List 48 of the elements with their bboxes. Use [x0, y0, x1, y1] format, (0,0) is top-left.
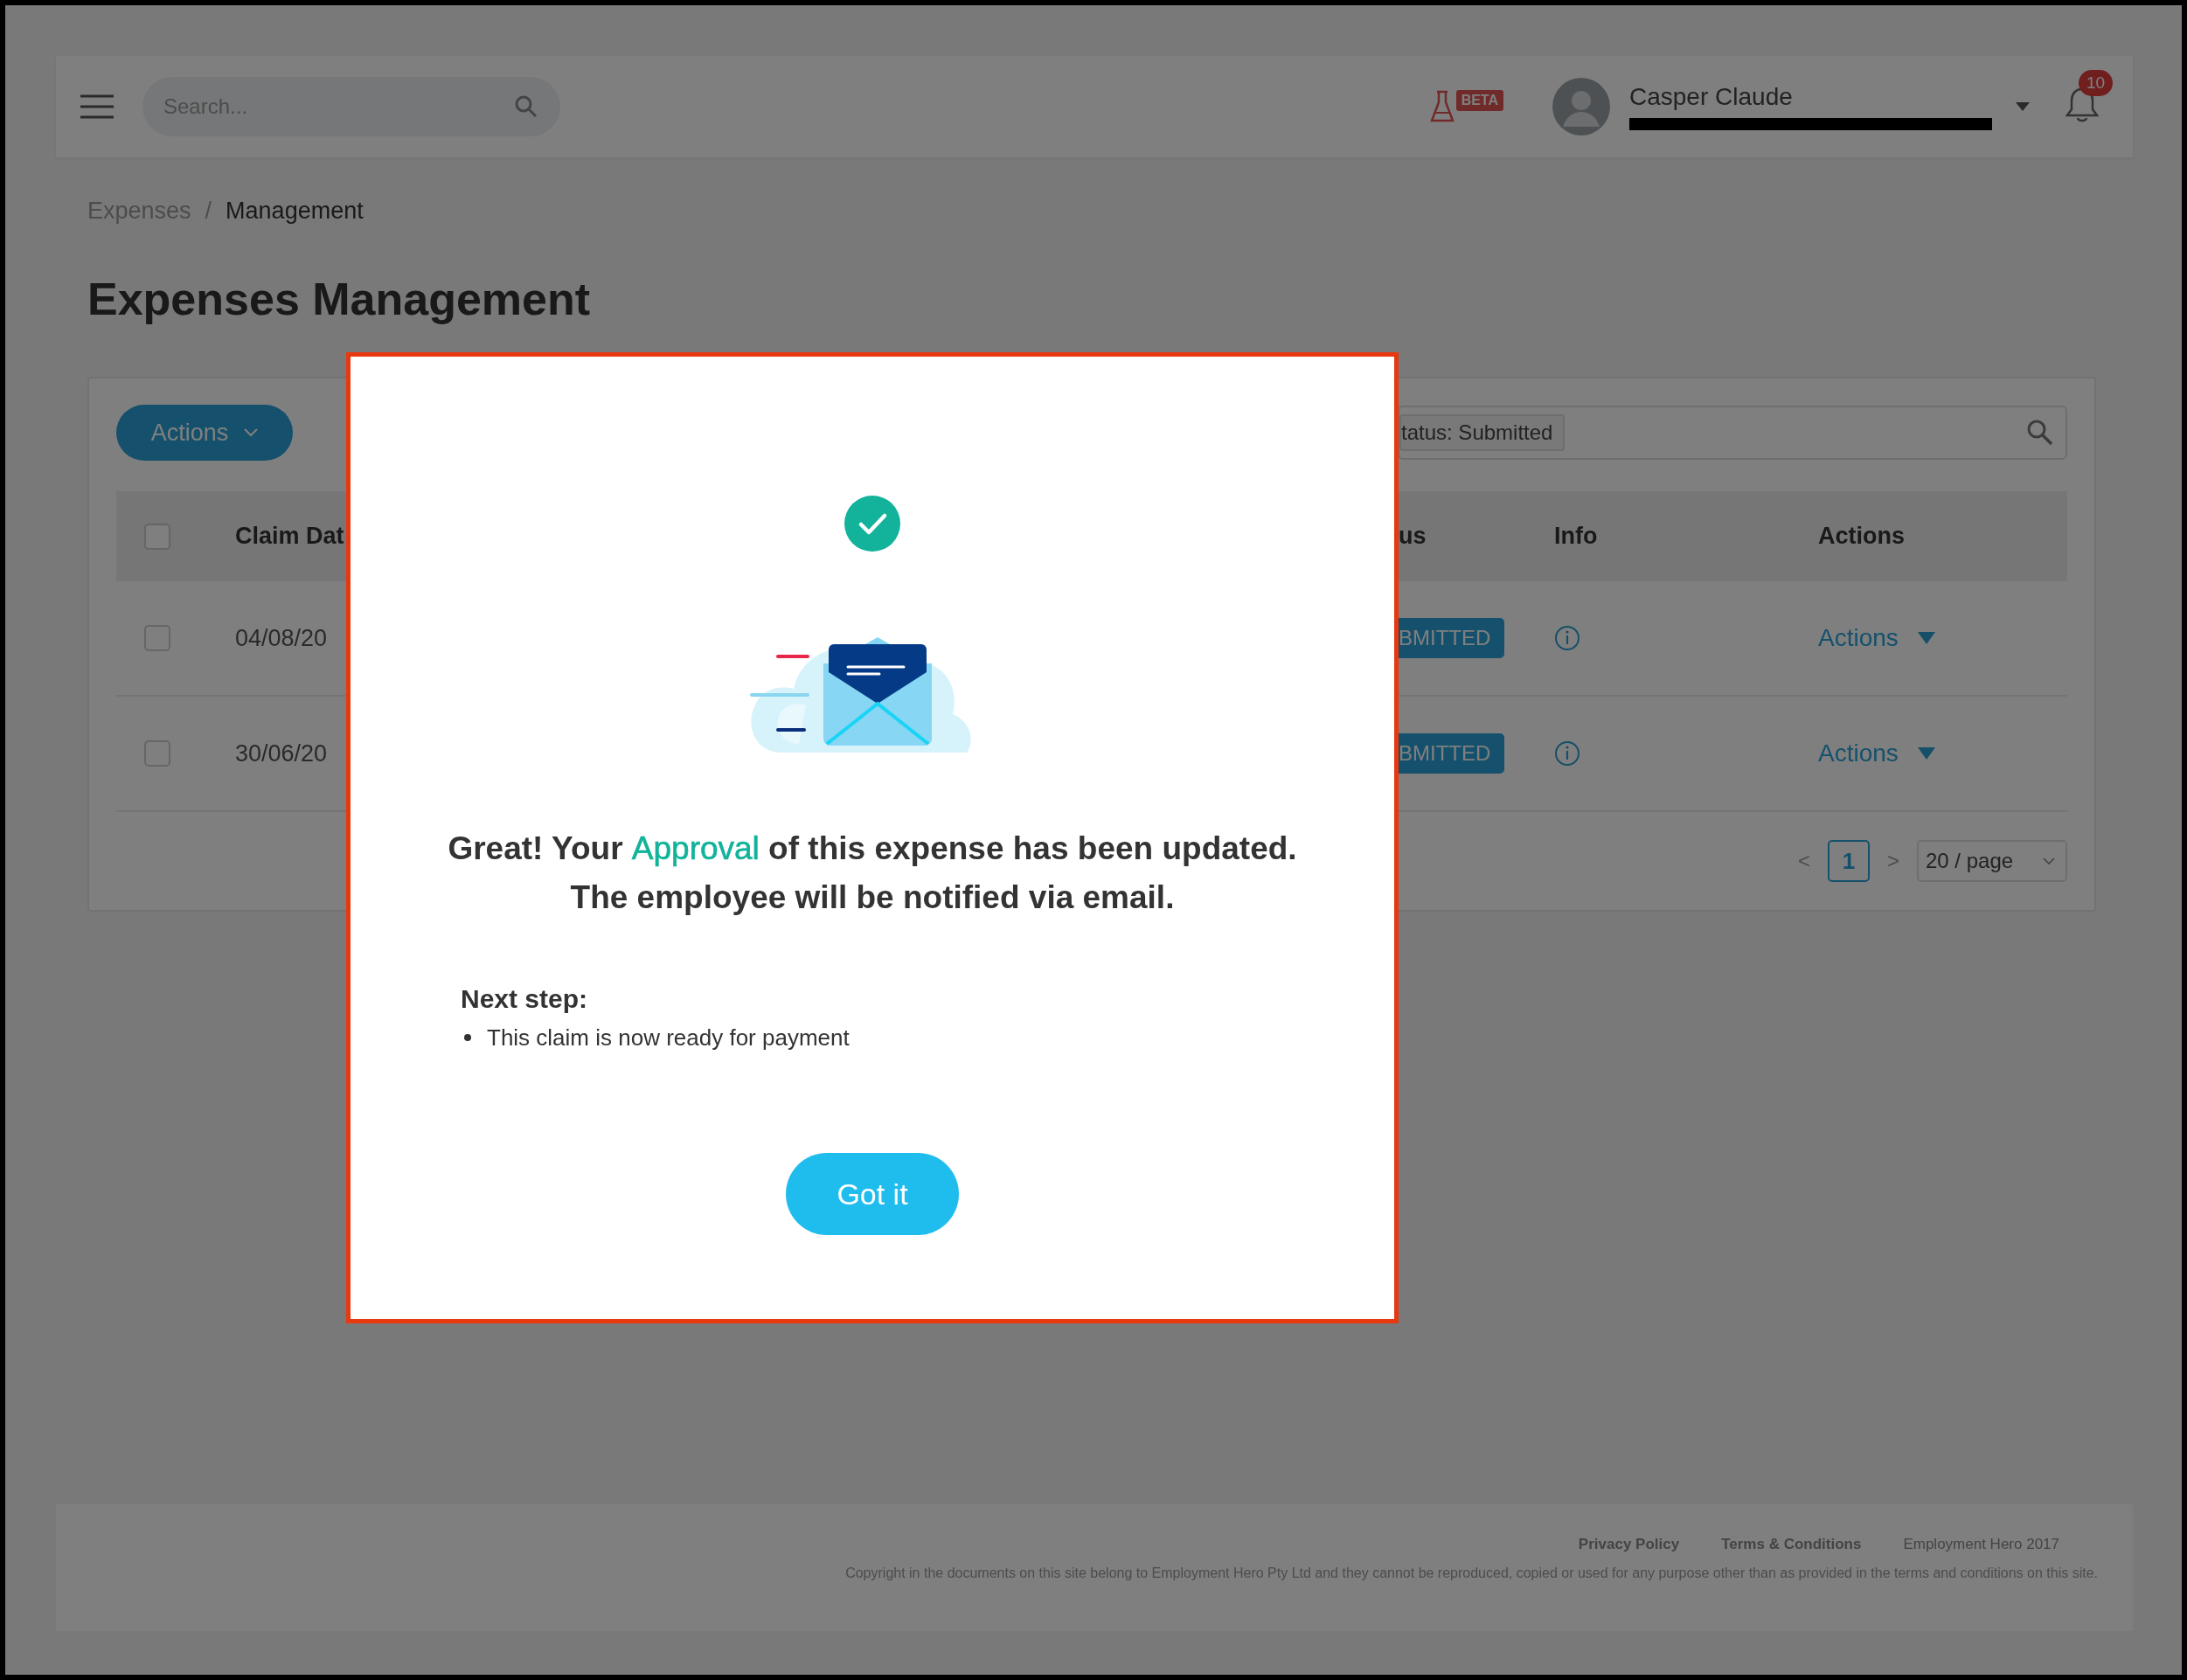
info-icon[interactable]	[1554, 740, 1580, 767]
page-size-select[interactable]: 20 / page	[1917, 840, 2067, 882]
search-icon[interactable]	[515, 95, 538, 118]
chevron-down-icon	[2043, 857, 2055, 865]
actions-dropdown[interactable]: Actions	[1818, 739, 1935, 767]
caret-icon[interactable]	[2016, 102, 2030, 111]
footer-brand: Employment Hero 2017	[1903, 1536, 2059, 1553]
next-step-heading: Next step:	[461, 983, 589, 1015]
caret-icon	[1917, 747, 1935, 760]
table-cell-text: 04/08/20	[235, 624, 329, 652]
status-badge: BMITTED	[1399, 618, 1505, 658]
chevron-down-icon	[244, 428, 259, 437]
breadcrumb-separator: /	[205, 198, 212, 225]
filter-field[interactable]: tatus: Submitted	[1398, 406, 2067, 460]
message-text: The employee will be notified via email.	[570, 878, 1175, 917]
beta-badge: BETA	[1455, 90, 1503, 111]
page-title: Expenses Management	[87, 273, 592, 326]
checkbox[interactable]	[144, 625, 170, 651]
menu-icon[interactable]	[79, 94, 115, 120]
next-page-button[interactable]: >	[1882, 849, 1905, 873]
actions-button[interactable]: Actions	[116, 405, 293, 461]
table-cell-text: 30/06/20	[235, 739, 329, 767]
info-icon[interactable]	[1554, 625, 1580, 651]
flask-icon[interactable]	[1429, 90, 1455, 123]
message-text: Great! Your Approval of this expense has been updated.	[448, 830, 1297, 868]
column-header: us	[1399, 523, 1427, 550]
footer-link[interactable]: Terms & Conditions	[1721, 1536, 1862, 1553]
user-name[interactable]: Casper Claude	[1629, 83, 2005, 111]
bullet-icon	[464, 1034, 471, 1041]
status-badge: BMITTED	[1399, 733, 1505, 774]
previous-page-button[interactable]: <	[1792, 849, 1816, 873]
got-it-button[interactable]: Got it	[786, 1153, 959, 1235]
column-header: Actions	[1818, 523, 1906, 550]
column-header: Info	[1554, 523, 1599, 550]
checkbox[interactable]	[144, 523, 170, 550]
breadcrumb-item: Management	[226, 198, 364, 225]
checkbox[interactable]	[144, 740, 170, 767]
column-header: Claim Dat	[235, 523, 345, 550]
actions-dropdown[interactable]: Actions	[1818, 624, 1935, 652]
next-step-text: This claim is now ready for payment	[487, 1024, 850, 1052]
notification-badge: 10	[2079, 70, 2114, 96]
check-circle-icon	[844, 496, 900, 552]
filter-tag[interactable]: tatus: Submitted	[1399, 414, 1566, 451]
caret-icon	[1917, 632, 1935, 644]
search-icon[interactable]	[2027, 420, 2053, 446]
page-button[interactable]: 1	[1828, 840, 1870, 882]
avatar-icon[interactable]	[1552, 78, 1610, 135]
footer-link[interactable]: Privacy Policy	[1578, 1536, 1680, 1553]
